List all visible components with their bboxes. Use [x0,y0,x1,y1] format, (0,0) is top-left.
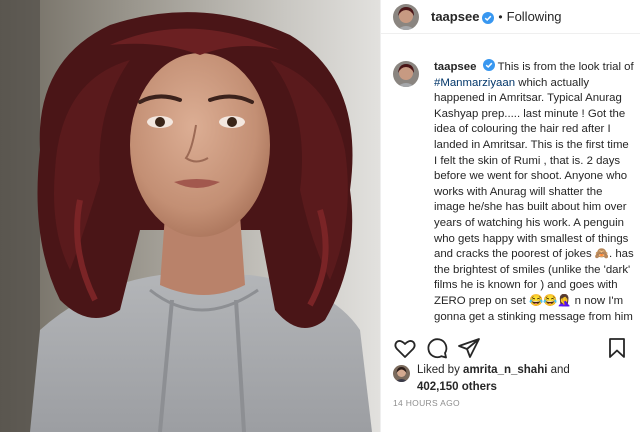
caption-text: taapsee This is from the look trial of #… [434,59,634,326]
save-icon[interactable] [605,336,629,360]
likes-count[interactable]: 402,150 others [417,381,497,393]
verified-icon [482,11,495,24]
post-photo[interactable] [0,0,380,432]
instagram-post: taapsee • Following taapsee This is from… [0,0,640,432]
caption-avatar[interactable] [393,61,419,87]
likes-prefix: Liked by [417,364,460,376]
liker-username[interactable]: amrita_n_shahi [463,364,547,376]
action-bar [381,334,640,362]
caption-area: taapsee This is from the look trial of #… [381,57,640,326]
avatar-image [393,61,419,87]
verified-icon [482,59,495,71]
comment-icon[interactable] [425,336,449,360]
avatar-image [393,3,419,30]
caption-username[interactable]: taapsee [434,61,476,73]
post-timestamp[interactable]: 14 HOURS AGO [393,398,460,408]
post-header: taapsee • Following [381,0,640,34]
caption-body-start: This is from the look trial of [497,61,634,73]
liker-avatar[interactable] [393,365,410,382]
header-username[interactable]: taapsee [431,9,479,24]
heart-icon[interactable] [393,336,417,360]
caption-body: which actually happened in Amritsar. Typ… [434,76,634,323]
share-icon[interactable] [457,336,481,360]
header-separator: • [498,9,503,24]
following-button[interactable]: Following [507,9,562,24]
post-sidebar: taapsee • Following taapsee This is from… [380,0,640,432]
liker-avatar-image [393,365,410,382]
avatar[interactable] [393,3,419,30]
portrait-image [0,0,380,432]
likes-text: Liked by amrita_n_shahi and 402,150 othe… [417,362,633,396]
caption-hashtag[interactable]: #Manmarziyaan [434,77,515,89]
likes-conjunction: and [550,364,570,376]
likes-summary: Liked by amrita_n_shahi and 402,150 othe… [393,362,633,396]
